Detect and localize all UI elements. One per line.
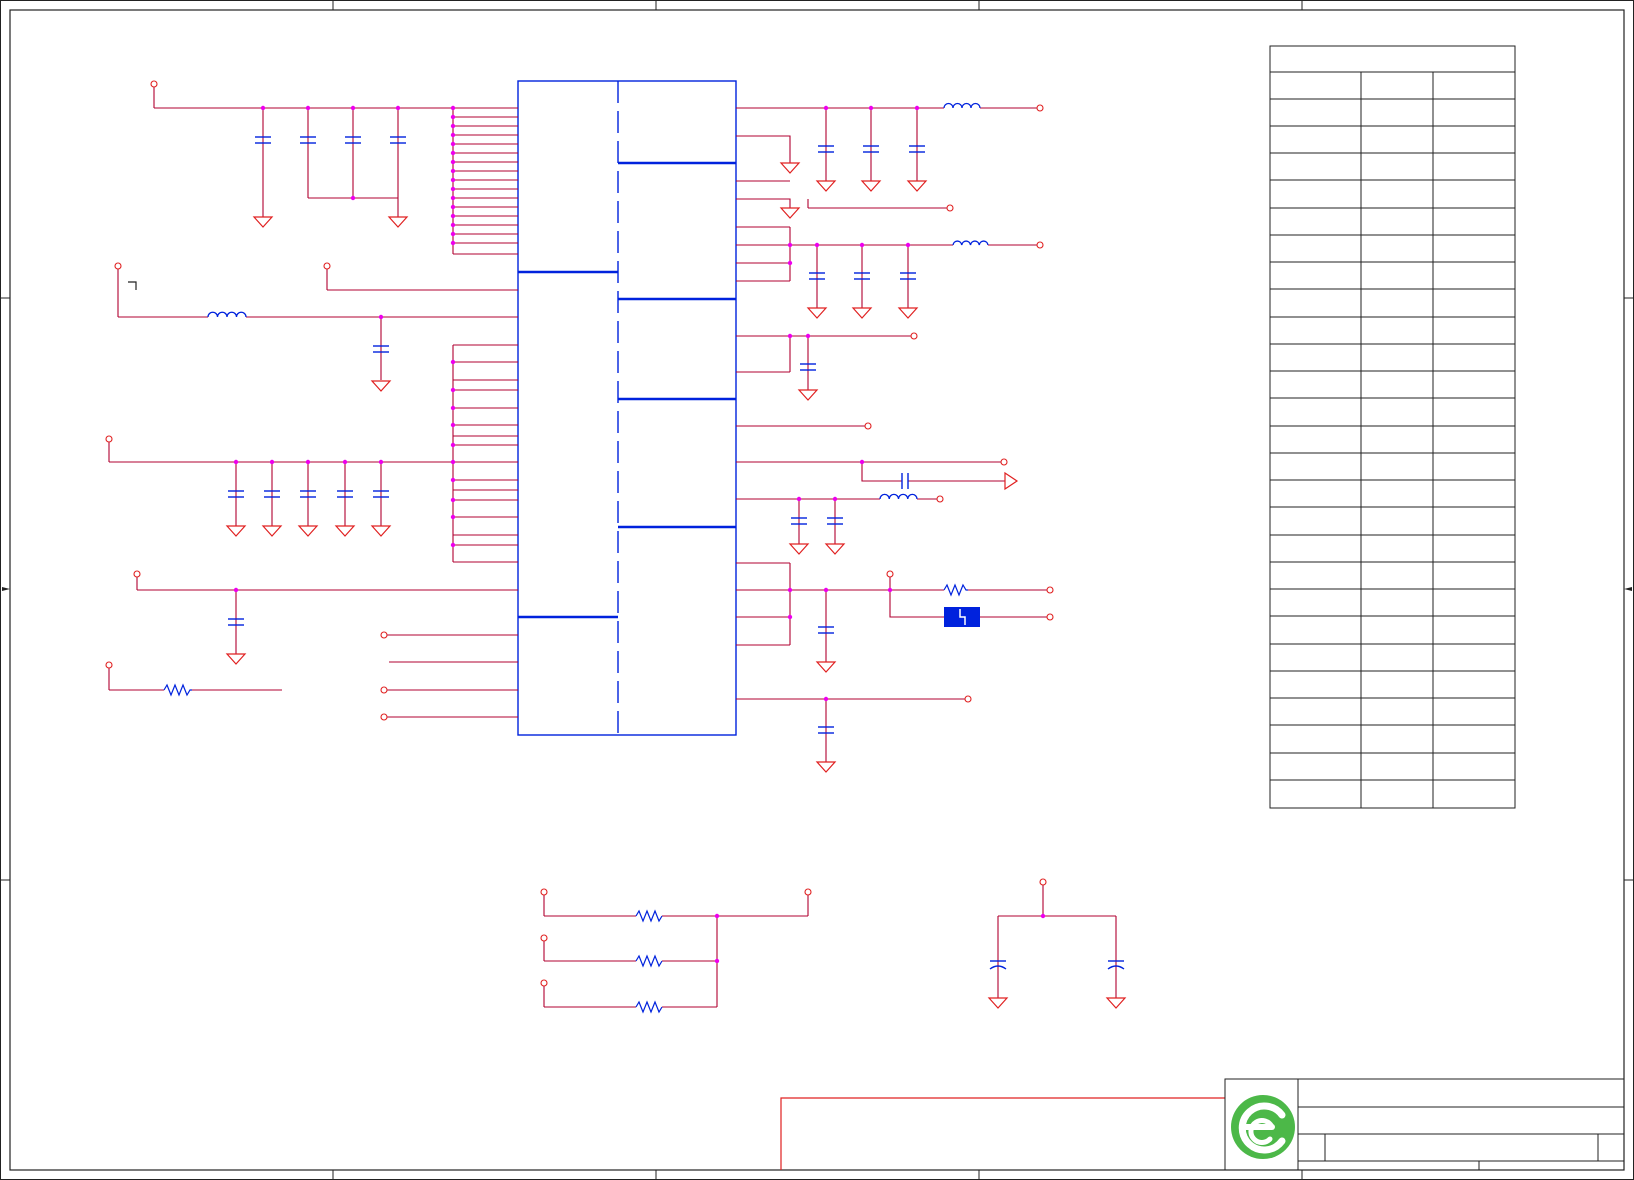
schematic-sheet <box>0 0 1634 1180</box>
bottom-resistor-network <box>543 892 809 1008</box>
revision-table <box>1269 45 1516 809</box>
main-ic-symbol <box>517 80 737 736</box>
notes-box <box>780 1097 1225 1170</box>
left-top-power-net <box>153 84 518 255</box>
left-lower-nets <box>108 574 518 718</box>
bottom-resistor-ports <box>540 888 812 987</box>
circular-green-e-logo-icon <box>1231 1095 1295 1159</box>
left-lower-components <box>105 570 388 721</box>
left-inductor-net <box>117 266 518 380</box>
left-inductor <box>114 262 391 392</box>
right-side-components <box>780 102 1054 773</box>
bottom-decoupling-caps <box>988 878 1126 1009</box>
left-top-capacitors <box>150 80 456 246</box>
bottom-resistors <box>635 909 663 1014</box>
left-middle-capacitors <box>105 359 456 548</box>
right-side-nets <box>736 107 1050 762</box>
bottom-decoupling-net <box>997 882 1117 998</box>
